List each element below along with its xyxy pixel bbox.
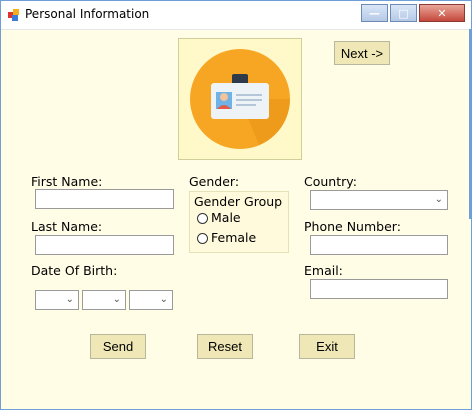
gender-group-title: Gender Group xyxy=(194,194,283,209)
chevron-down-icon: ⌄ xyxy=(159,294,168,305)
close-icon: ✕ xyxy=(437,6,447,20)
gender-label: Gender: xyxy=(189,174,240,189)
window-title: Personal Information xyxy=(25,7,150,21)
send-button[interactable]: Send xyxy=(90,334,146,359)
profile-picture-box xyxy=(178,38,302,160)
country-label: Country: xyxy=(304,174,357,189)
female-radio-label[interactable]: Female xyxy=(211,230,256,245)
email-field[interactable] xyxy=(310,279,448,299)
maximize-button[interactable]: □ xyxy=(390,4,417,22)
country-select[interactable]: ⌄ xyxy=(310,190,448,210)
close-button[interactable]: ✕ xyxy=(419,4,465,22)
chevron-down-icon: ⌄ xyxy=(65,294,74,305)
phone-number-field[interactable] xyxy=(310,235,448,255)
phone-number-label: Phone Number: xyxy=(304,219,401,234)
title-bar: Personal Information — □ ✕ xyxy=(1,1,471,30)
window-edge-divider xyxy=(469,29,471,219)
maximize-icon: □ xyxy=(398,6,409,20)
chevron-down-icon: ⌄ xyxy=(434,194,443,205)
next-button[interactable]: Next -> xyxy=(334,41,390,65)
first-name-field[interactable] xyxy=(35,189,174,209)
last-name-label: Last Name: xyxy=(31,219,103,234)
email-label: Email: xyxy=(304,263,343,278)
id-badge-icon xyxy=(190,49,290,149)
dob-month-select[interactable]: ⌄ xyxy=(82,290,126,310)
male-radio[interactable] xyxy=(197,213,208,224)
reset-button[interactable]: Reset xyxy=(197,334,253,359)
personal-information-window: Personal Information — □ ✕ Next -> First… xyxy=(0,0,472,410)
dob-year-select[interactable]: ⌄ xyxy=(129,290,173,310)
chevron-down-icon: ⌄ xyxy=(112,294,121,305)
female-radio[interactable] xyxy=(197,233,208,244)
minimize-icon: — xyxy=(369,6,380,20)
date-of-birth-label: Date Of Birth: xyxy=(31,263,118,278)
minimize-button[interactable]: — xyxy=(361,4,388,22)
gender-groupbox: Gender Group Male Female xyxy=(189,191,289,253)
male-radio-label[interactable]: Male xyxy=(211,210,241,225)
dob-day-select[interactable]: ⌄ xyxy=(35,290,79,310)
app-icon xyxy=(8,9,19,21)
last-name-field[interactable] xyxy=(35,235,174,255)
form-area: Next -> First Name: Last Name: Date Of B… xyxy=(1,29,471,409)
first-name-label: First Name: xyxy=(31,174,103,189)
exit-button[interactable]: Exit xyxy=(299,334,355,359)
